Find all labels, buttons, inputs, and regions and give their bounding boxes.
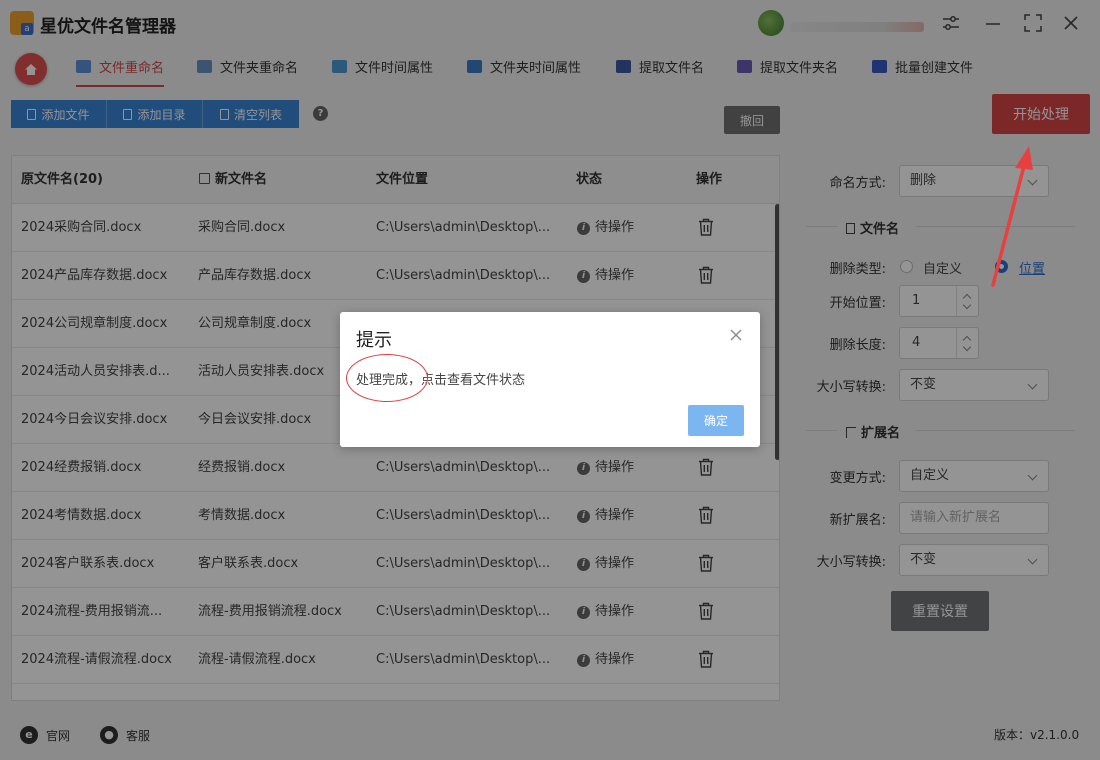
annotation-arrow-icon — [991, 146, 1033, 287]
annotation-ellipse — [346, 354, 428, 402]
dialog-ok-button[interactable]: 确定 — [688, 405, 744, 436]
dialog-close-icon[interactable] — [728, 327, 744, 343]
dialog-title: 提示 — [356, 330, 392, 351]
